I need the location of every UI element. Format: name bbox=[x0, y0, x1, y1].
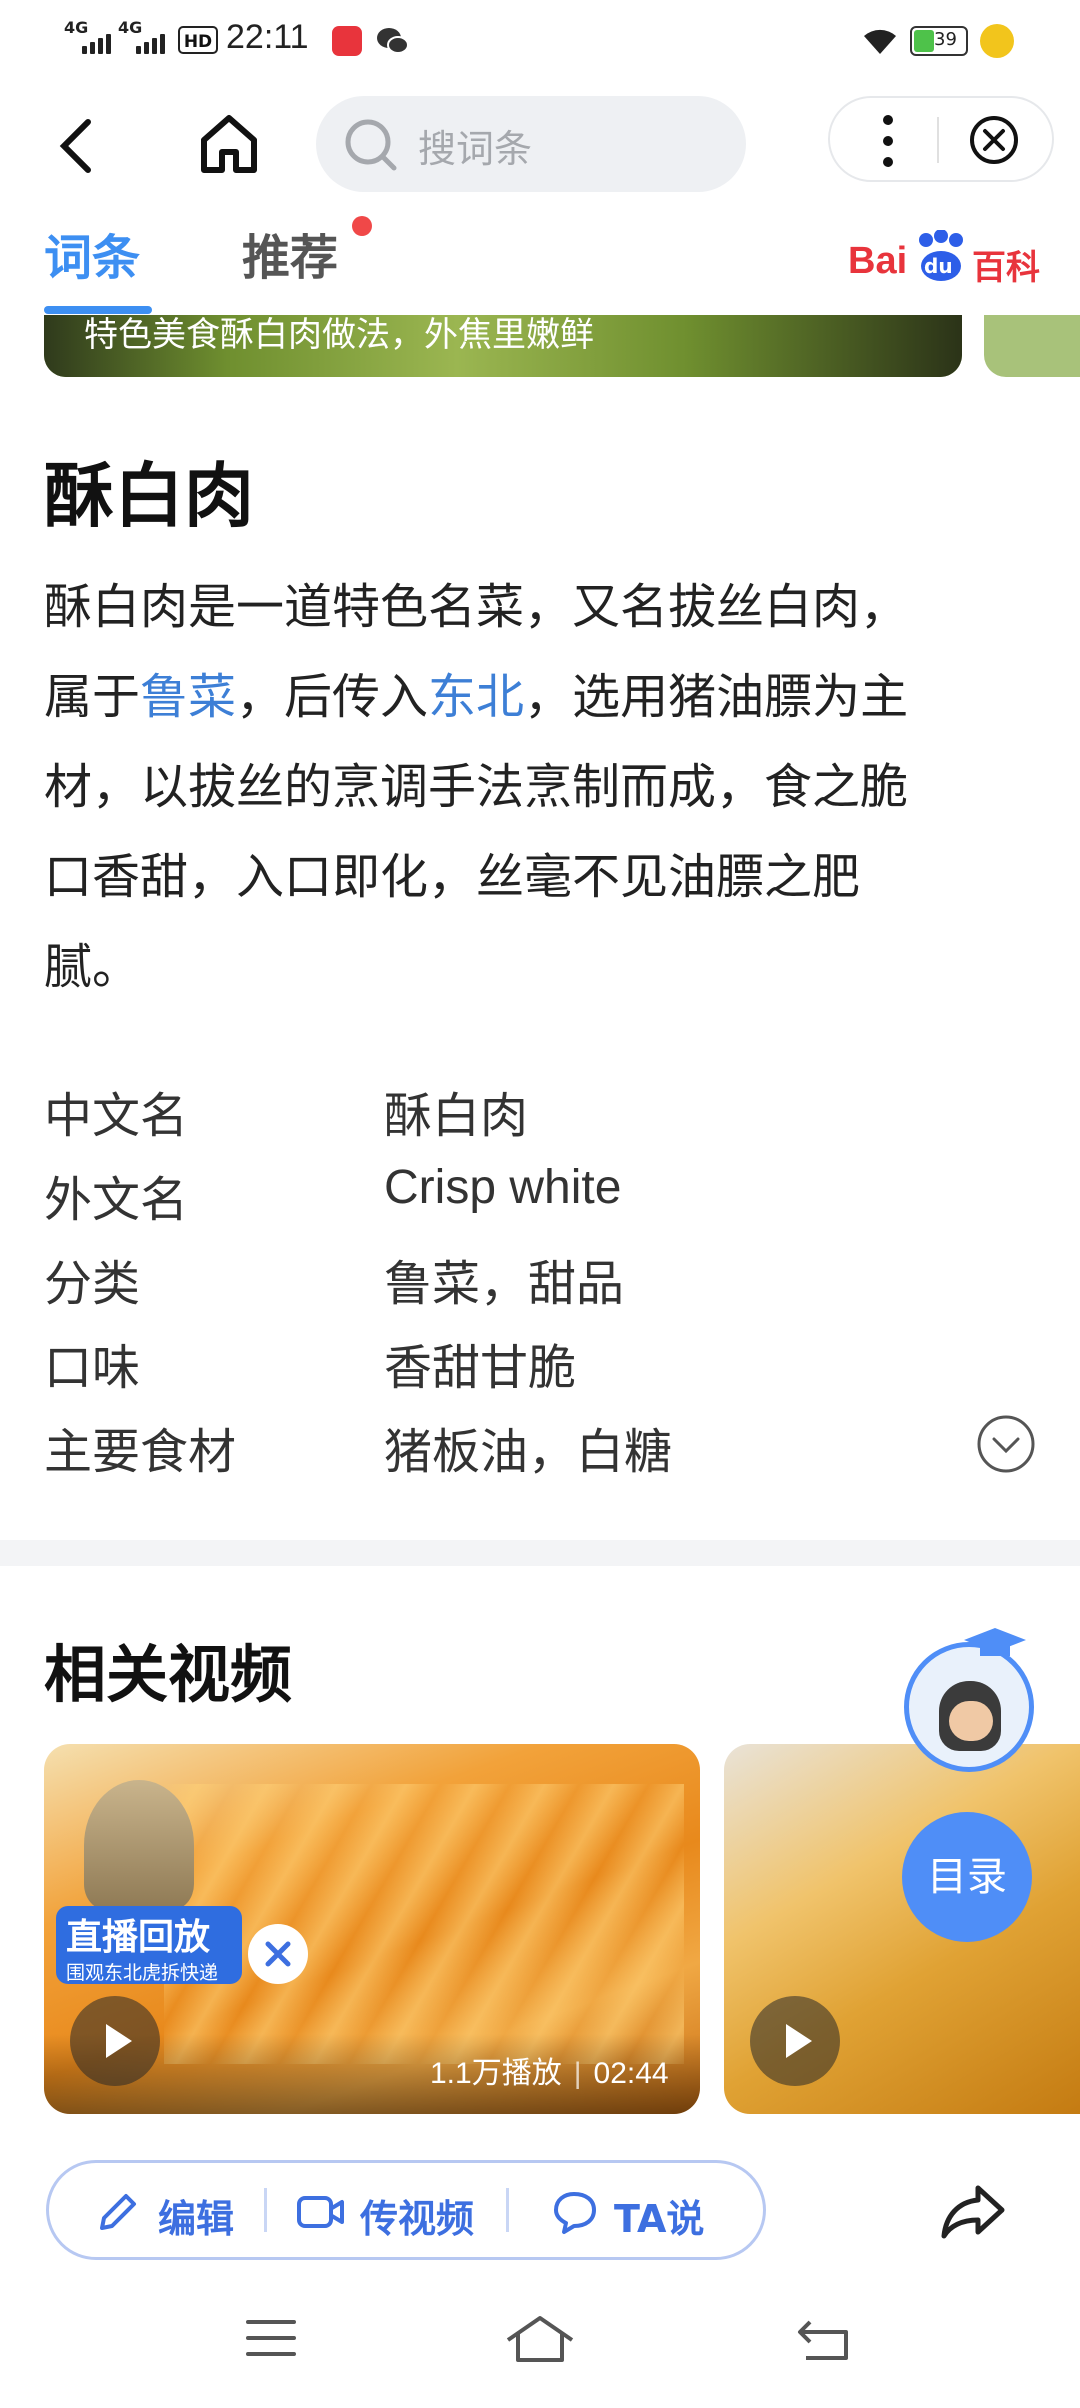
search-placeholder: 搜词条 bbox=[418, 127, 533, 171]
video-caption: 特色美食酥白肉做法，外焦里嫩鲜 bbox=[84, 315, 594, 355]
action-separator bbox=[506, 2188, 509, 2232]
close-button[interactable] bbox=[968, 114, 1020, 166]
hd-icon: HD bbox=[178, 26, 218, 54]
live-replay-badge: 直播回放 围观东北虎拆快递 bbox=[56, 1906, 242, 1984]
clock: 22:11 bbox=[226, 18, 309, 56]
notification-dot bbox=[352, 216, 372, 236]
edit-icon bbox=[94, 2188, 142, 2236]
expand-infobox-button[interactable] bbox=[976, 1414, 1036, 1474]
video-camera-icon bbox=[296, 2192, 346, 2232]
charging-icon bbox=[980, 24, 1014, 58]
signal-icon: 4G bbox=[118, 18, 168, 54]
search-icon bbox=[342, 116, 400, 174]
wechat-icon bbox=[376, 26, 410, 56]
back-button[interactable] bbox=[52, 116, 102, 176]
close-badge-button[interactable] bbox=[248, 1924, 308, 1984]
infobox-row: 口味 香甜甘脆 bbox=[44, 1340, 577, 1396]
toc-button[interactable]: 目录 bbox=[902, 1812, 1032, 1942]
back-nav-icon[interactable] bbox=[796, 2316, 852, 2362]
play-button[interactable] bbox=[750, 1996, 840, 2086]
signal-icon: 4G bbox=[64, 18, 114, 54]
link-dongbei[interactable]: 东北 bbox=[428, 669, 524, 725]
edit-button[interactable]: 编辑 bbox=[158, 2188, 234, 2243]
baidu-baike-logo: Bai du 百科 bbox=[848, 226, 1048, 288]
app-notification-icon bbox=[332, 26, 362, 56]
ta-say-button[interactable]: TA说 bbox=[614, 2188, 704, 2243]
menu-nav-icon[interactable] bbox=[244, 2316, 298, 2360]
upload-video-button[interactable]: 传视频 bbox=[360, 2188, 474, 2243]
battery-icon: 39 bbox=[910, 26, 968, 56]
home-nav-icon[interactable] bbox=[504, 2314, 576, 2364]
infobox-row: 分类 鲁菜，甜品 bbox=[44, 1256, 625, 1312]
infobox-row: 主要食材 猪板油，白糖 bbox=[44, 1424, 673, 1480]
more-menu-button[interactable] bbox=[876, 112, 900, 170]
action-separator bbox=[264, 2188, 267, 2232]
related-videos-title: 相关视频 bbox=[44, 1638, 293, 1711]
video-meta: 1.1万播放 | 02:44 bbox=[430, 2057, 669, 2090]
infobox-row: 外文名 Crisp white bbox=[44, 1161, 622, 1228]
paw-icon: du bbox=[916, 229, 966, 282]
video-thumbnail[interactable] bbox=[984, 315, 1080, 377]
tab-active-indicator bbox=[44, 306, 152, 314]
tiger-image bbox=[84, 1780, 194, 1910]
play-button[interactable] bbox=[70, 1996, 160, 2086]
mini-program-capsule bbox=[828, 96, 1054, 182]
tab-entry[interactable]: 词条 bbox=[44, 218, 140, 288]
tab-recommend[interactable]: 推荐 bbox=[242, 218, 338, 288]
graduation-cap-icon bbox=[960, 1624, 1030, 1664]
chat-icon bbox=[550, 2190, 600, 2236]
link-lucai[interactable]: 鲁菜 bbox=[140, 669, 236, 725]
entry-summary: 酥白肉是一道特色名菜，又名拔丝白肉， 属于鲁菜，后传入东北，选用猪油膘为主 材，… bbox=[44, 579, 909, 995]
video-thumbnail[interactable]: 特色美食酥白肉做法，外焦里嫩鲜 bbox=[44, 315, 962, 377]
entry-title: 酥白肉 bbox=[44, 455, 254, 537]
home-button[interactable] bbox=[196, 110, 262, 176]
capsule-divider bbox=[937, 117, 939, 163]
wifi-icon bbox=[860, 26, 900, 56]
status-bar: 4G 4G HD 22:11 39 bbox=[0, 0, 1080, 80]
section-divider bbox=[0, 1540, 1080, 1566]
share-button[interactable] bbox=[938, 2182, 1008, 2242]
infobox-row: 中文名 酥白肉 bbox=[44, 1088, 529, 1144]
